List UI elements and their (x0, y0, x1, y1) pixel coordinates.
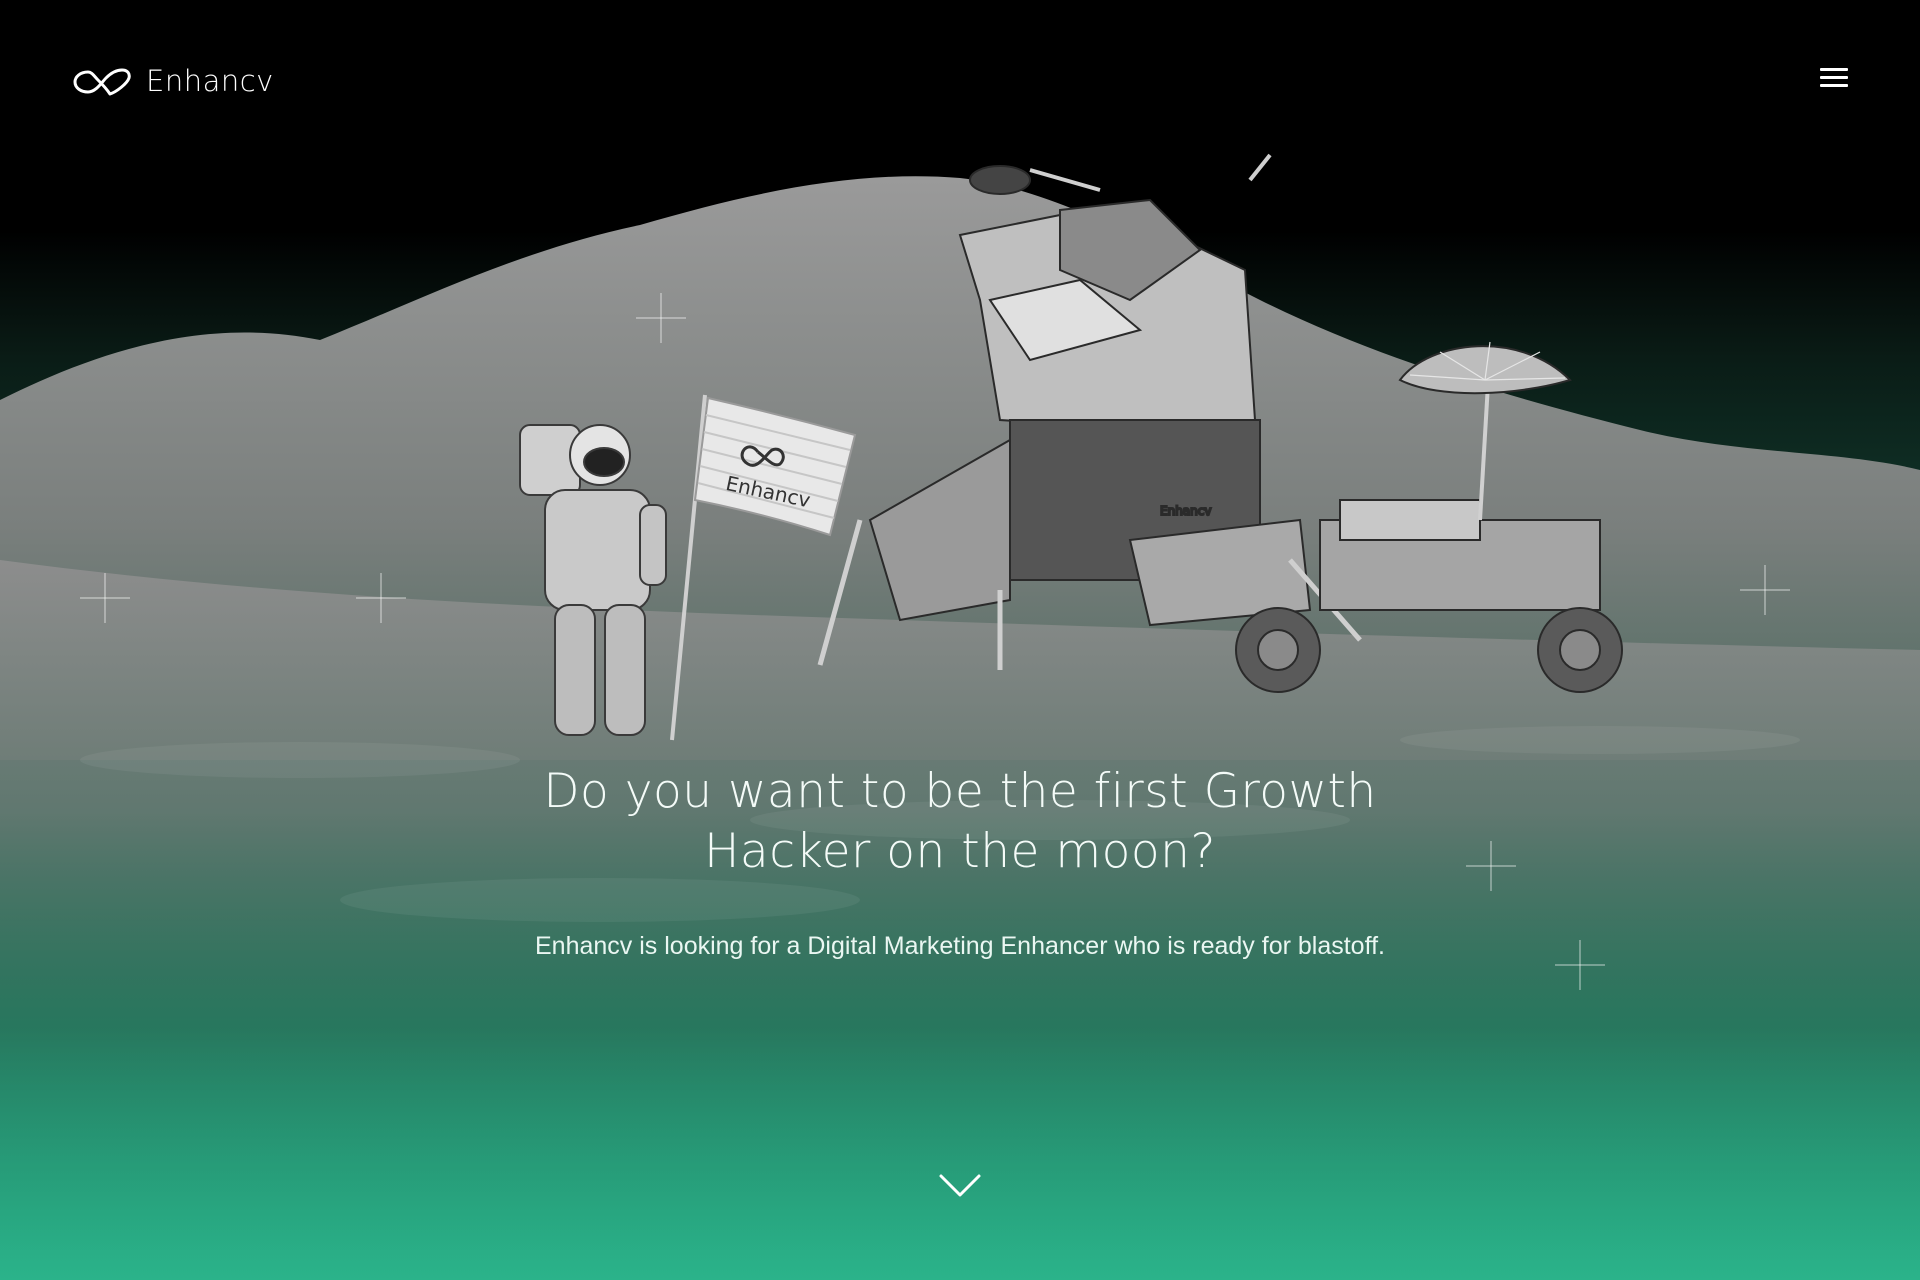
menu-line (1820, 76, 1848, 79)
hero-subheadline: Enhancv is looking for a Digital Marketi… (535, 932, 1385, 960)
hamburger-menu-icon[interactable] (1820, 66, 1848, 90)
hero-copy: Do you want to be the first Growth Hacke… (0, 762, 1920, 962)
chevron-down-icon[interactable] (938, 1172, 982, 1200)
hero-headline: Do you want to be the first Growth Hacke… (543, 764, 1377, 879)
menu-line (1820, 84, 1848, 87)
chevron-svg (939, 1174, 981, 1197)
hero-section: Enhancv Enhancv Enhancv Do you want to b… (0, 0, 1920, 1280)
brand-name: Enhancv (146, 64, 274, 98)
moon-landing-scene: Enhancv Enhancv (0, 153, 1920, 1280)
infinity-heart-logo-icon (73, 68, 131, 96)
menu-line (1820, 68, 1848, 71)
brand-logo[interactable]: Enhancv (72, 64, 274, 98)
module-text: Enhancv (1160, 504, 1211, 518)
top-navigation: Enhancv (0, 0, 1920, 170)
